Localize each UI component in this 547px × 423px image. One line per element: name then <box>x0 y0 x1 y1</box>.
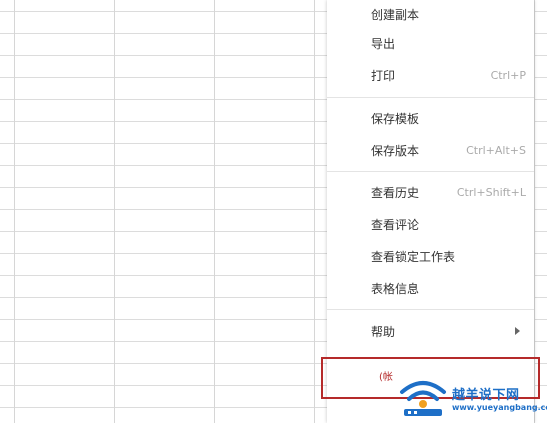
menu-item-label: 导出 <box>371 36 396 51</box>
watermark-logo <box>398 378 448 422</box>
menu-item-print[interactable]: 打印 Ctrl+P <box>327 61 534 89</box>
menu-item-label: 创建副本 <box>371 7 420 22</box>
menu-item-view-history[interactable]: 查看历史 Ctrl+Shift+L <box>327 178 534 206</box>
wifi-logo-icon <box>400 381 446 416</box>
menu-item-save-template[interactable]: 保存模板 <box>327 104 534 132</box>
menu-item-label: 打印 <box>371 68 396 83</box>
menu-separator <box>327 171 534 172</box>
menu-item-view-locked-sheets[interactable]: 查看锁定工作表 <box>327 242 534 270</box>
menu-item-label: 查看历史 <box>371 185 420 200</box>
menu-separator <box>327 97 534 98</box>
menu-item-label: 查看评论 <box>371 217 420 232</box>
menu-item-shortcut: Ctrl+Shift+L <box>456 185 526 199</box>
menu-item-help[interactable]: 帮助 <box>327 317 534 345</box>
menu-item-shortcut: Ctrl+P <box>490 68 526 82</box>
menu-item-label: 表格信息 <box>371 281 420 296</box>
chevron-right-icon <box>515 327 520 335</box>
menu-item-shortcut: Ctrl+Alt+S <box>466 143 526 157</box>
watermark-url: www.yueyangbang.com <box>452 403 547 412</box>
menu-item-save-version[interactable]: 保存版本 Ctrl+Alt+S <box>327 136 534 164</box>
menu-item-label: 保存版本 <box>371 143 420 158</box>
menu-item-view-comments[interactable]: 查看评论 <box>327 210 534 238</box>
menu-item-label: 保存模板 <box>371 111 420 126</box>
highlighted-menu-item-label[interactable]: (帐 <box>379 368 393 383</box>
watermark-brand: 越羊说下网 <box>452 388 520 403</box>
menu-separator <box>327 309 534 310</box>
menu-item-export[interactable]: 导出 <box>327 29 534 57</box>
menu-item-create-copy[interactable]: 创建副本 <box>327 0 534 28</box>
menu-item-label: 查看锁定工作表 <box>371 249 456 264</box>
menu-item-sheet-info[interactable]: 表格信息 <box>327 274 534 302</box>
menu-item-label: 帮助 <box>371 324 396 339</box>
